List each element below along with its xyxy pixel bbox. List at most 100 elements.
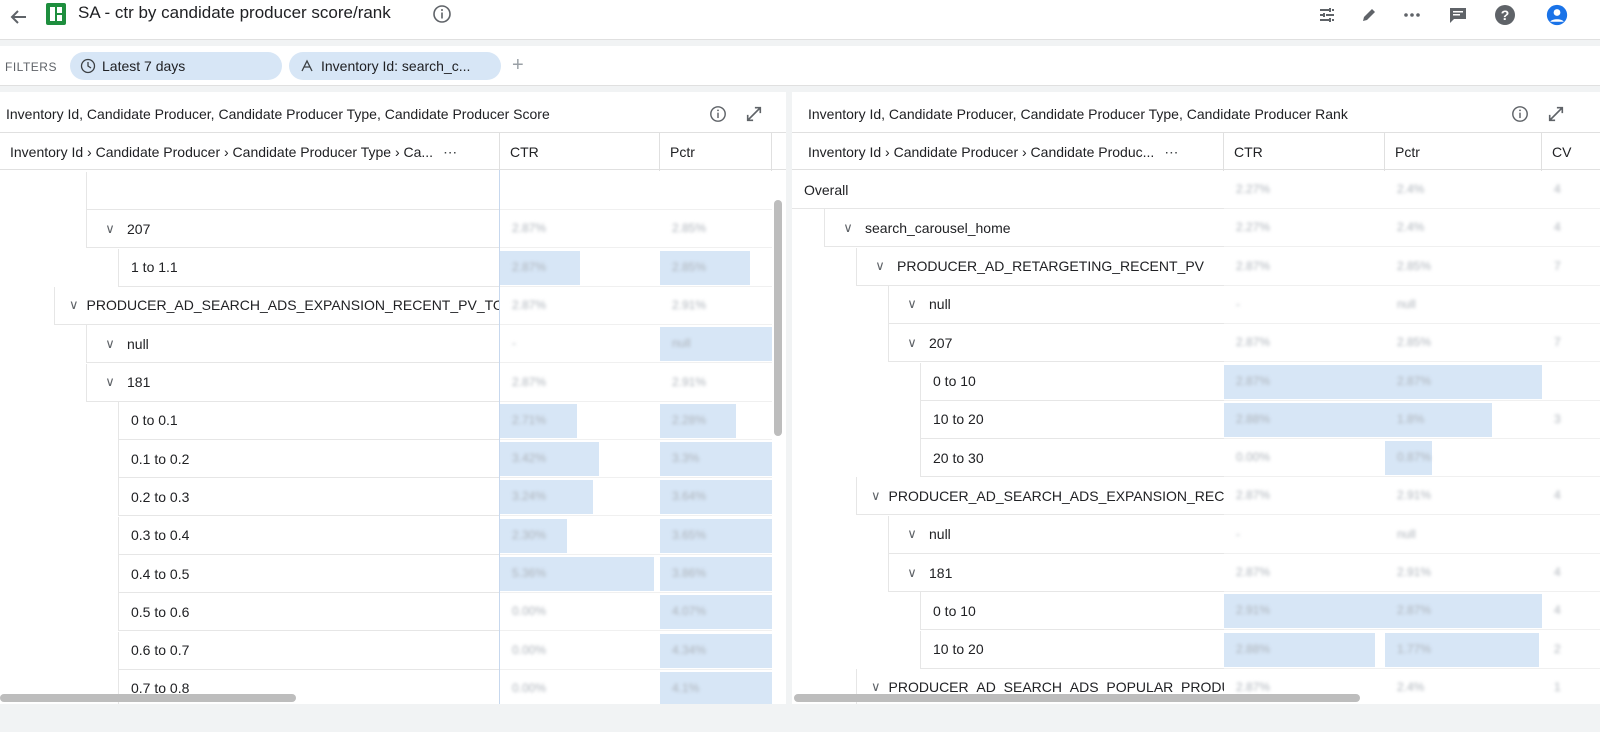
info-icon[interactable] — [432, 4, 452, 29]
column-header-dimension[interactable]: Inventory Id › Candidate Producer › Cand… — [0, 133, 500, 171]
account-avatar-icon[interactable] — [1546, 4, 1568, 26]
cell-value: 2.91% — [672, 374, 707, 389]
cell-value: 1.77% — [1397, 641, 1432, 656]
cell-value: 2.87% — [1397, 603, 1432, 618]
chevron-down-icon[interactable]: ∨ — [871, 488, 881, 504]
pctr-cell: 2.4% — [1385, 669, 1542, 704]
chevron-down-icon[interactable]: ∨ — [903, 335, 921, 351]
table-row: 0 to 10 2.91% 2.87% 4 — [792, 592, 1600, 631]
ctr-cell: 0.00% — [500, 632, 660, 670]
filter-chip-label: Latest 7 days — [102, 58, 186, 74]
cell-value: 2.4% — [1397, 182, 1425, 196]
horizontal-scrollbar[interactable] — [794, 694, 1360, 702]
cell-value: 2.87% — [512, 259, 547, 274]
row-label-cell[interactable]: ∨ 207 — [888, 324, 1224, 363]
cell-value: 4 — [1554, 565, 1561, 579]
pctr-cell: 2.91% — [1385, 477, 1542, 516]
chevron-down-icon[interactable]: ∨ — [101, 374, 119, 390]
row-label-cell: 0.2 to 0.3 — [118, 478, 500, 517]
chevron-down-icon[interactable]: ∨ — [903, 526, 921, 542]
column-header-cv[interactable]: CV — [1542, 133, 1600, 171]
filter-chip-date[interactable]: Latest 7 days — [70, 52, 282, 80]
chevron-down-icon[interactable]: ∨ — [101, 336, 119, 352]
table-row: 10 to 20 2.88% 1.8% 3 — [792, 400, 1600, 439]
add-filter-button[interactable]: + — [512, 54, 524, 77]
cell-value: 2.87% — [1236, 679, 1271, 694]
edit-icon[interactable] — [1358, 4, 1380, 26]
row-label-cell[interactable]: ∨ PRODUCER_AD_SEARCH_ADS_EXPANSION_RECENT… — [54, 286, 500, 325]
expand-icon[interactable] — [744, 104, 764, 124]
row-label: 0.5 to 0.6 — [131, 603, 190, 620]
pctr-cell: 4.07% — [660, 593, 772, 632]
horizontal-scrollbar[interactable] — [0, 694, 296, 702]
cv-cell: 2 — [1542, 631, 1600, 669]
table-row: ∨ search_carousel_home 2.27% 2.4% 4 — [792, 209, 1600, 248]
chevron-down-icon[interactable]: ∨ — [903, 296, 921, 312]
ctr-cell: 2.87% — [500, 287, 660, 325]
help-icon[interactable]: ? — [1494, 4, 1516, 26]
row-label-cell: 20 to 30 — [920, 439, 1224, 478]
vertical-scrollbar[interactable] — [774, 200, 782, 436]
cell-value: null — [672, 336, 691, 351]
row-label-cell[interactable]: ∨ 207 — [86, 210, 500, 249]
table-row: 0.1 to 0.2 3.42% 3.3% — [0, 440, 786, 479]
ctr-cell: 2.88% — [1224, 631, 1385, 669]
row-label-cell[interactable]: ∨ 181 — [888, 554, 1224, 592]
more-icon[interactable] — [1401, 4, 1423, 26]
column-header-ctr[interactable]: CTR — [1224, 133, 1385, 171]
row-label-cell: 10 to 20 — [920, 400, 1224, 439]
column-header-ctr[interactable]: CTR — [500, 133, 660, 171]
row-label-cell: 0.4 to 0.5 — [118, 555, 500, 593]
row-label-cell[interactable]: ∨ PRODUCER_AD_SEARCH_ADS_EXPANSION_RECEN.… — [856, 477, 1224, 516]
ctr-cell: 2.87% — [500, 364, 660, 402]
cell-value: 2.88% — [1236, 411, 1271, 426]
chevron-down-icon[interactable]: ∨ — [903, 565, 921, 581]
pctr-cell: 2.4% — [1385, 171, 1542, 209]
table-row: ∨ PRODUCER_AD_RETARGETING_RECENT_PV 2.87% 2… — [792, 247, 1600, 286]
info-icon[interactable] — [708, 104, 728, 124]
cell-value: 0.00% — [512, 680, 547, 695]
pctr-cell: 2.28% — [660, 402, 772, 440]
row-label-cell[interactable]: ∨ null — [888, 515, 1224, 554]
column-header-pctr[interactable]: Pctr — [660, 133, 772, 171]
row-label-cell[interactable]: ∨ search_carousel_home — [824, 209, 1224, 248]
pctr-cell: 1.77% — [1385, 631, 1542, 669]
row-label-cell[interactable]: ∨ null — [86, 325, 500, 364]
tune-icon[interactable] — [1316, 4, 1338, 26]
table-row: Overall 2.27% 2.4% 4 — [792, 171, 1600, 209]
row-label-cell[interactable]: ∨ null — [888, 285, 1224, 324]
filter-chip-inventory[interactable]: Inventory Id: search_c... — [289, 52, 501, 80]
row-label: 181 — [127, 374, 151, 390]
back-arrow-icon[interactable] — [8, 6, 30, 28]
cell-value: 0.00% — [512, 642, 547, 657]
column-menu-icon[interactable]: ⋯ — [1164, 144, 1178, 161]
chevron-down-icon[interactable]: ∨ — [69, 297, 79, 313]
row-label-cell[interactable]: ∨ PRODUCER_AD_RETARGETING_RECENT_PV — [856, 247, 1224, 286]
row-label: 0.2 to 0.3 — [131, 488, 190, 505]
expand-icon[interactable] — [1546, 104, 1566, 124]
row-label: Overall — [804, 181, 849, 198]
row-label-cell: 1 to 1.1 — [118, 248, 500, 287]
cv-cell — [1542, 363, 1600, 401]
pctr-cell: 1.8% — [1385, 401, 1542, 439]
cell-value: 0.00% — [512, 604, 547, 619]
column-header-pctr[interactable]: Pctr — [1385, 133, 1542, 171]
chevron-down-icon[interactable]: ∨ — [839, 220, 857, 236]
cell-value: 4.1% — [672, 680, 700, 695]
chevron-down-icon[interactable]: ∨ — [871, 679, 881, 695]
chevron-down-icon[interactable]: ∨ — [101, 221, 119, 237]
pctr-cell: 2.87% — [1385, 592, 1542, 631]
table-row: 0.5 to 0.6 0.00% 4.07% — [0, 593, 786, 632]
info-icon[interactable] — [1510, 104, 1530, 124]
filters-bar: FILTERS Latest 7 days Inventory Id: sear… — [0, 46, 1600, 86]
pctr-cell — [660, 172, 772, 210]
pctr-cell: null — [1385, 286, 1542, 324]
column-header-dimension[interactable]: Inventory Id › Candidate Producer › Cand… — [792, 133, 1224, 171]
pctr-cell: null — [1385, 516, 1542, 554]
comment-icon[interactable] — [1447, 4, 1469, 26]
row-label: 0.1 to 0.2 — [131, 450, 190, 467]
column-menu-icon[interactable]: ⋯ — [443, 144, 457, 161]
chevron-down-icon[interactable]: ∨ — [871, 258, 889, 274]
cell-value: 2.91% — [1236, 603, 1271, 618]
row-label-cell[interactable]: ∨ 181 — [86, 363, 500, 402]
